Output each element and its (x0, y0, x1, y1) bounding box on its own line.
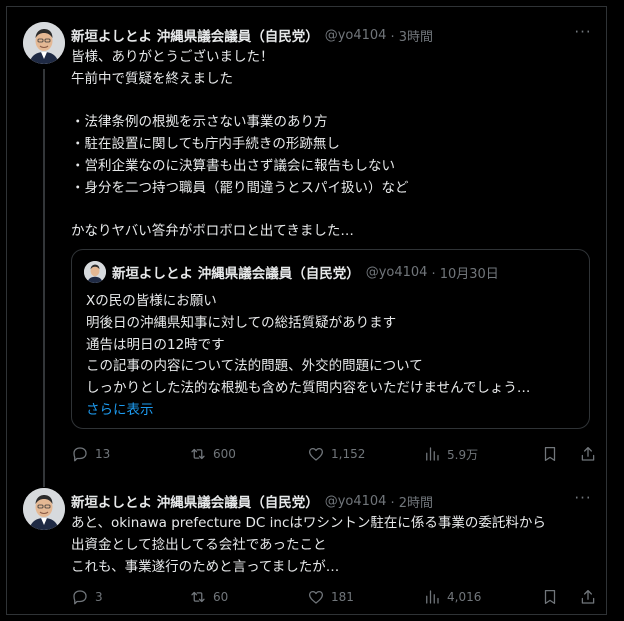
views-icon (426, 590, 439, 604)
share-button[interactable] (579, 586, 597, 608)
quoted-text-line: 通告は明日の12時です (86, 336, 225, 353)
repost-icon (191, 448, 205, 460)
quoted-header: 新垣よしとよ 沖縄県議会議員（自民党） @yo4104 · 10月30日 (112, 262, 499, 283)
quoted-text-line: Xの民の皆様にお願い (86, 293, 217, 309)
post-text-line: 皆様、ありがとうございました！ (71, 49, 274, 65)
like-button[interactable]: 181 (307, 586, 354, 608)
views-count: 4,016 (447, 590, 482, 604)
more-icon[interactable]: ··· (572, 491, 594, 511)
post-header: 新垣よしとよ 沖縄県議会議員（自民党） @yo4104 · 3時間 ··· (71, 25, 594, 46)
quoted-avatar (84, 261, 106, 283)
avatar[interactable] (23, 22, 65, 64)
like-count: 181 (331, 590, 354, 604)
repost-button[interactable]: 600 (189, 443, 236, 465)
reply-icon (73, 590, 87, 605)
post-text: あと、okinawa prefecture DC incはワシントン駐在に係る事… (71, 513, 594, 578)
post-text-line: かなりヤバい答弁がボロボロと出てきました… (71, 223, 354, 240)
reply-icon (73, 447, 87, 462)
post-text-line: ・身分を二つ持つ職員（罷り間違うとスパイ扱い）など (71, 179, 409, 196)
quoted-post-time: · 10月30日 (431, 266, 499, 282)
author-handle[interactable]: @yo4104 (325, 28, 387, 43)
views-count: 5.9万 (447, 447, 479, 462)
like-count: 1,152 (331, 447, 366, 461)
share-button[interactable] (579, 443, 597, 465)
reply-count: 3 (95, 590, 103, 604)
repost-count: 600 (213, 447, 236, 461)
repost-icon (191, 591, 205, 603)
action-bar: 13 600 1,152 5.9万 (71, 443, 595, 465)
quoted-text: Xの民の皆様にお願い 明後日の沖縄県知事に対しての総括質疑があります 通告は明日… (86, 291, 530, 422)
views-button[interactable]: 4,016 (423, 586, 481, 608)
post-time[interactable]: · 3時間 (390, 26, 433, 45)
like-icon (308, 590, 324, 604)
like-icon (308, 447, 324, 461)
post-header: 新垣よしとよ 沖縄県議会議員（自民党） @yo4104 · 2時間 ··· (71, 491, 594, 512)
more-icon[interactable]: ··· (572, 25, 594, 45)
post-text-line (71, 200, 594, 222)
post-text-line: あと、okinawa prefecture DC incはワシントン駐在に係る事… (71, 515, 546, 531)
reply-button[interactable]: 3 (71, 586, 103, 608)
repost-button[interactable]: 60 (189, 586, 228, 608)
share-icon (581, 446, 595, 461)
author-name[interactable]: 新垣よしとよ 沖縄県議会議員（自民党） (71, 491, 319, 511)
author-name[interactable]: 新垣よしとよ 沖縄県議会議員（自民党） (71, 25, 319, 45)
bookmark-icon (544, 589, 556, 605)
quoted-post[interactable]: 新垣よしとよ 沖縄県議会議員（自民党） @yo4104 · 10月30日 Xの民… (71, 249, 590, 429)
post-text: 皆様、ありがとうございました！ 午前中で質疑を終えました ・法律条例の根拠を示さ… (71, 47, 594, 243)
bookmark-icon (544, 446, 556, 462)
repost-count: 60 (213, 590, 229, 604)
author-handle[interactable]: @yo4104 (325, 494, 387, 509)
views-button[interactable]: 5.9万 (423, 443, 478, 465)
bookmark-button[interactable] (541, 443, 559, 465)
quoted-text-line: この記事の内容について法的問題、外交的問題について (86, 358, 423, 375)
action-bar: 3 60 181 4,016 (71, 586, 595, 608)
post-text-line: ・法律条例の根拠を示さない事業のあり方 (71, 114, 328, 131)
reply-button[interactable]: 13 (71, 443, 110, 465)
quoted-author-name: 新垣よしとよ 沖縄県議会議員（自民党） (112, 266, 360, 282)
views-icon (426, 447, 439, 461)
share-icon (581, 589, 595, 604)
post[interactable]: 新垣よしとよ 沖縄県議会議員（自民党） @yo4104 · 3時間 ··· 皆様… (7, 7, 606, 487)
post-text-line (71, 91, 594, 113)
post-text-line: 午前中で質疑を終えました (71, 70, 233, 87)
post-text-line: これも、事業遂行のためと言ってましたが… (71, 558, 340, 575)
like-button[interactable]: 1,152 (307, 443, 365, 465)
show-more-link[interactable]: さらに表示 (86, 400, 530, 422)
quoted-text-line: しっかりとした法的な根拠も含めた質問内容をいただけませんでしょう… (86, 380, 531, 397)
post-text-line: ・駐在設置に関しても庁内手続きの形跡無し (71, 136, 340, 153)
thread-line (43, 69, 45, 487)
bookmark-button[interactable] (541, 586, 559, 608)
post-time[interactable]: · 2時間 (390, 492, 433, 511)
post[interactable]: 新垣よしとよ 沖縄県議会議員（自民党） @yo4104 · 2時間 ··· あと… (7, 485, 606, 614)
timeline: 新垣よしとよ 沖縄県議会議員（自民党） @yo4104 · 3時間 ··· 皆様… (6, 6, 607, 615)
quoted-text-line: 明後日の沖縄県知事に対しての総括質疑があります (86, 314, 397, 331)
post-text-line: ・営利企業なのに決算書も出さず議会に報告もしない (71, 157, 395, 174)
avatar[interactable] (23, 488, 65, 530)
quoted-author-handle: @yo4104 (365, 264, 428, 280)
reply-count: 13 (95, 447, 111, 461)
post-text-line: 出資金として捻出してる会社であったこと (71, 536, 327, 553)
